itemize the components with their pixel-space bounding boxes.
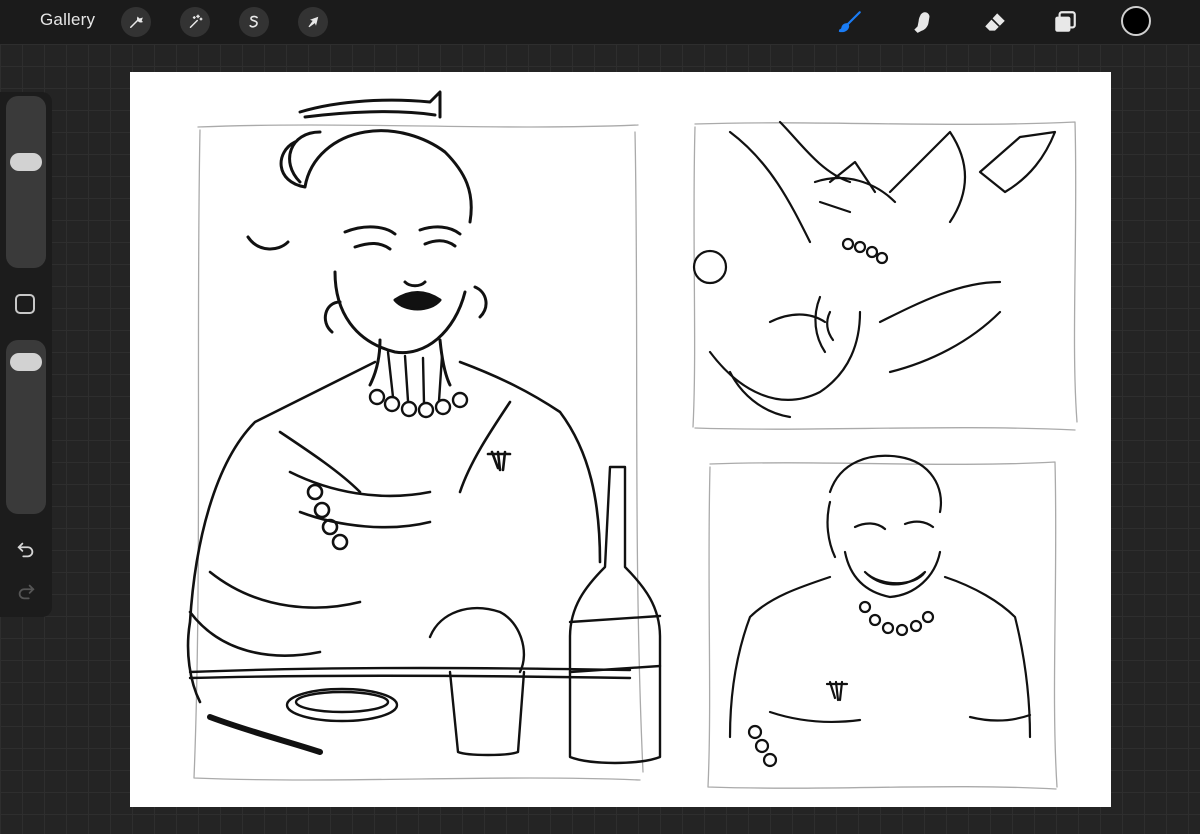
left-sidebar xyxy=(0,92,52,617)
arrow-cursor-icon xyxy=(308,16,319,28)
brush-size-thumb[interactable] xyxy=(10,152,42,171)
brush-opacity-slider[interactable] xyxy=(6,340,46,514)
undo-arrow-icon xyxy=(17,542,34,558)
undo-button[interactable] xyxy=(12,538,40,562)
drawing-canvas[interactable] xyxy=(130,72,1111,807)
modifier-square-button[interactable] xyxy=(15,294,35,314)
eraser-icon xyxy=(985,13,1005,31)
actions-button[interactable] xyxy=(121,7,151,37)
wrench-icon xyxy=(130,16,144,28)
brush-size-slider[interactable] xyxy=(6,96,46,268)
layers-button[interactable] xyxy=(1050,7,1080,37)
redo-arrow-icon xyxy=(18,584,35,600)
top-toolbar: Gallery xyxy=(0,0,1200,44)
layers-icon xyxy=(1055,11,1076,32)
redo-button[interactable] xyxy=(12,580,40,604)
selection-button[interactable] xyxy=(239,7,269,37)
color-picker-button[interactable] xyxy=(1121,6,1151,36)
brush-button[interactable] xyxy=(835,7,865,37)
smudge-button[interactable] xyxy=(908,7,938,37)
smudge-finger-icon xyxy=(914,12,930,33)
adjustments-button[interactable] xyxy=(180,7,210,37)
eraser-button[interactable] xyxy=(980,7,1010,37)
brush-icon xyxy=(838,11,861,33)
transform-button[interactable] xyxy=(298,7,328,37)
gallery-button[interactable]: Gallery xyxy=(40,10,95,30)
magic-wand-icon xyxy=(189,14,203,28)
selection-s-icon xyxy=(249,15,258,28)
sketch-artwork xyxy=(186,90,1078,790)
brush-opacity-thumb[interactable] xyxy=(10,352,42,371)
